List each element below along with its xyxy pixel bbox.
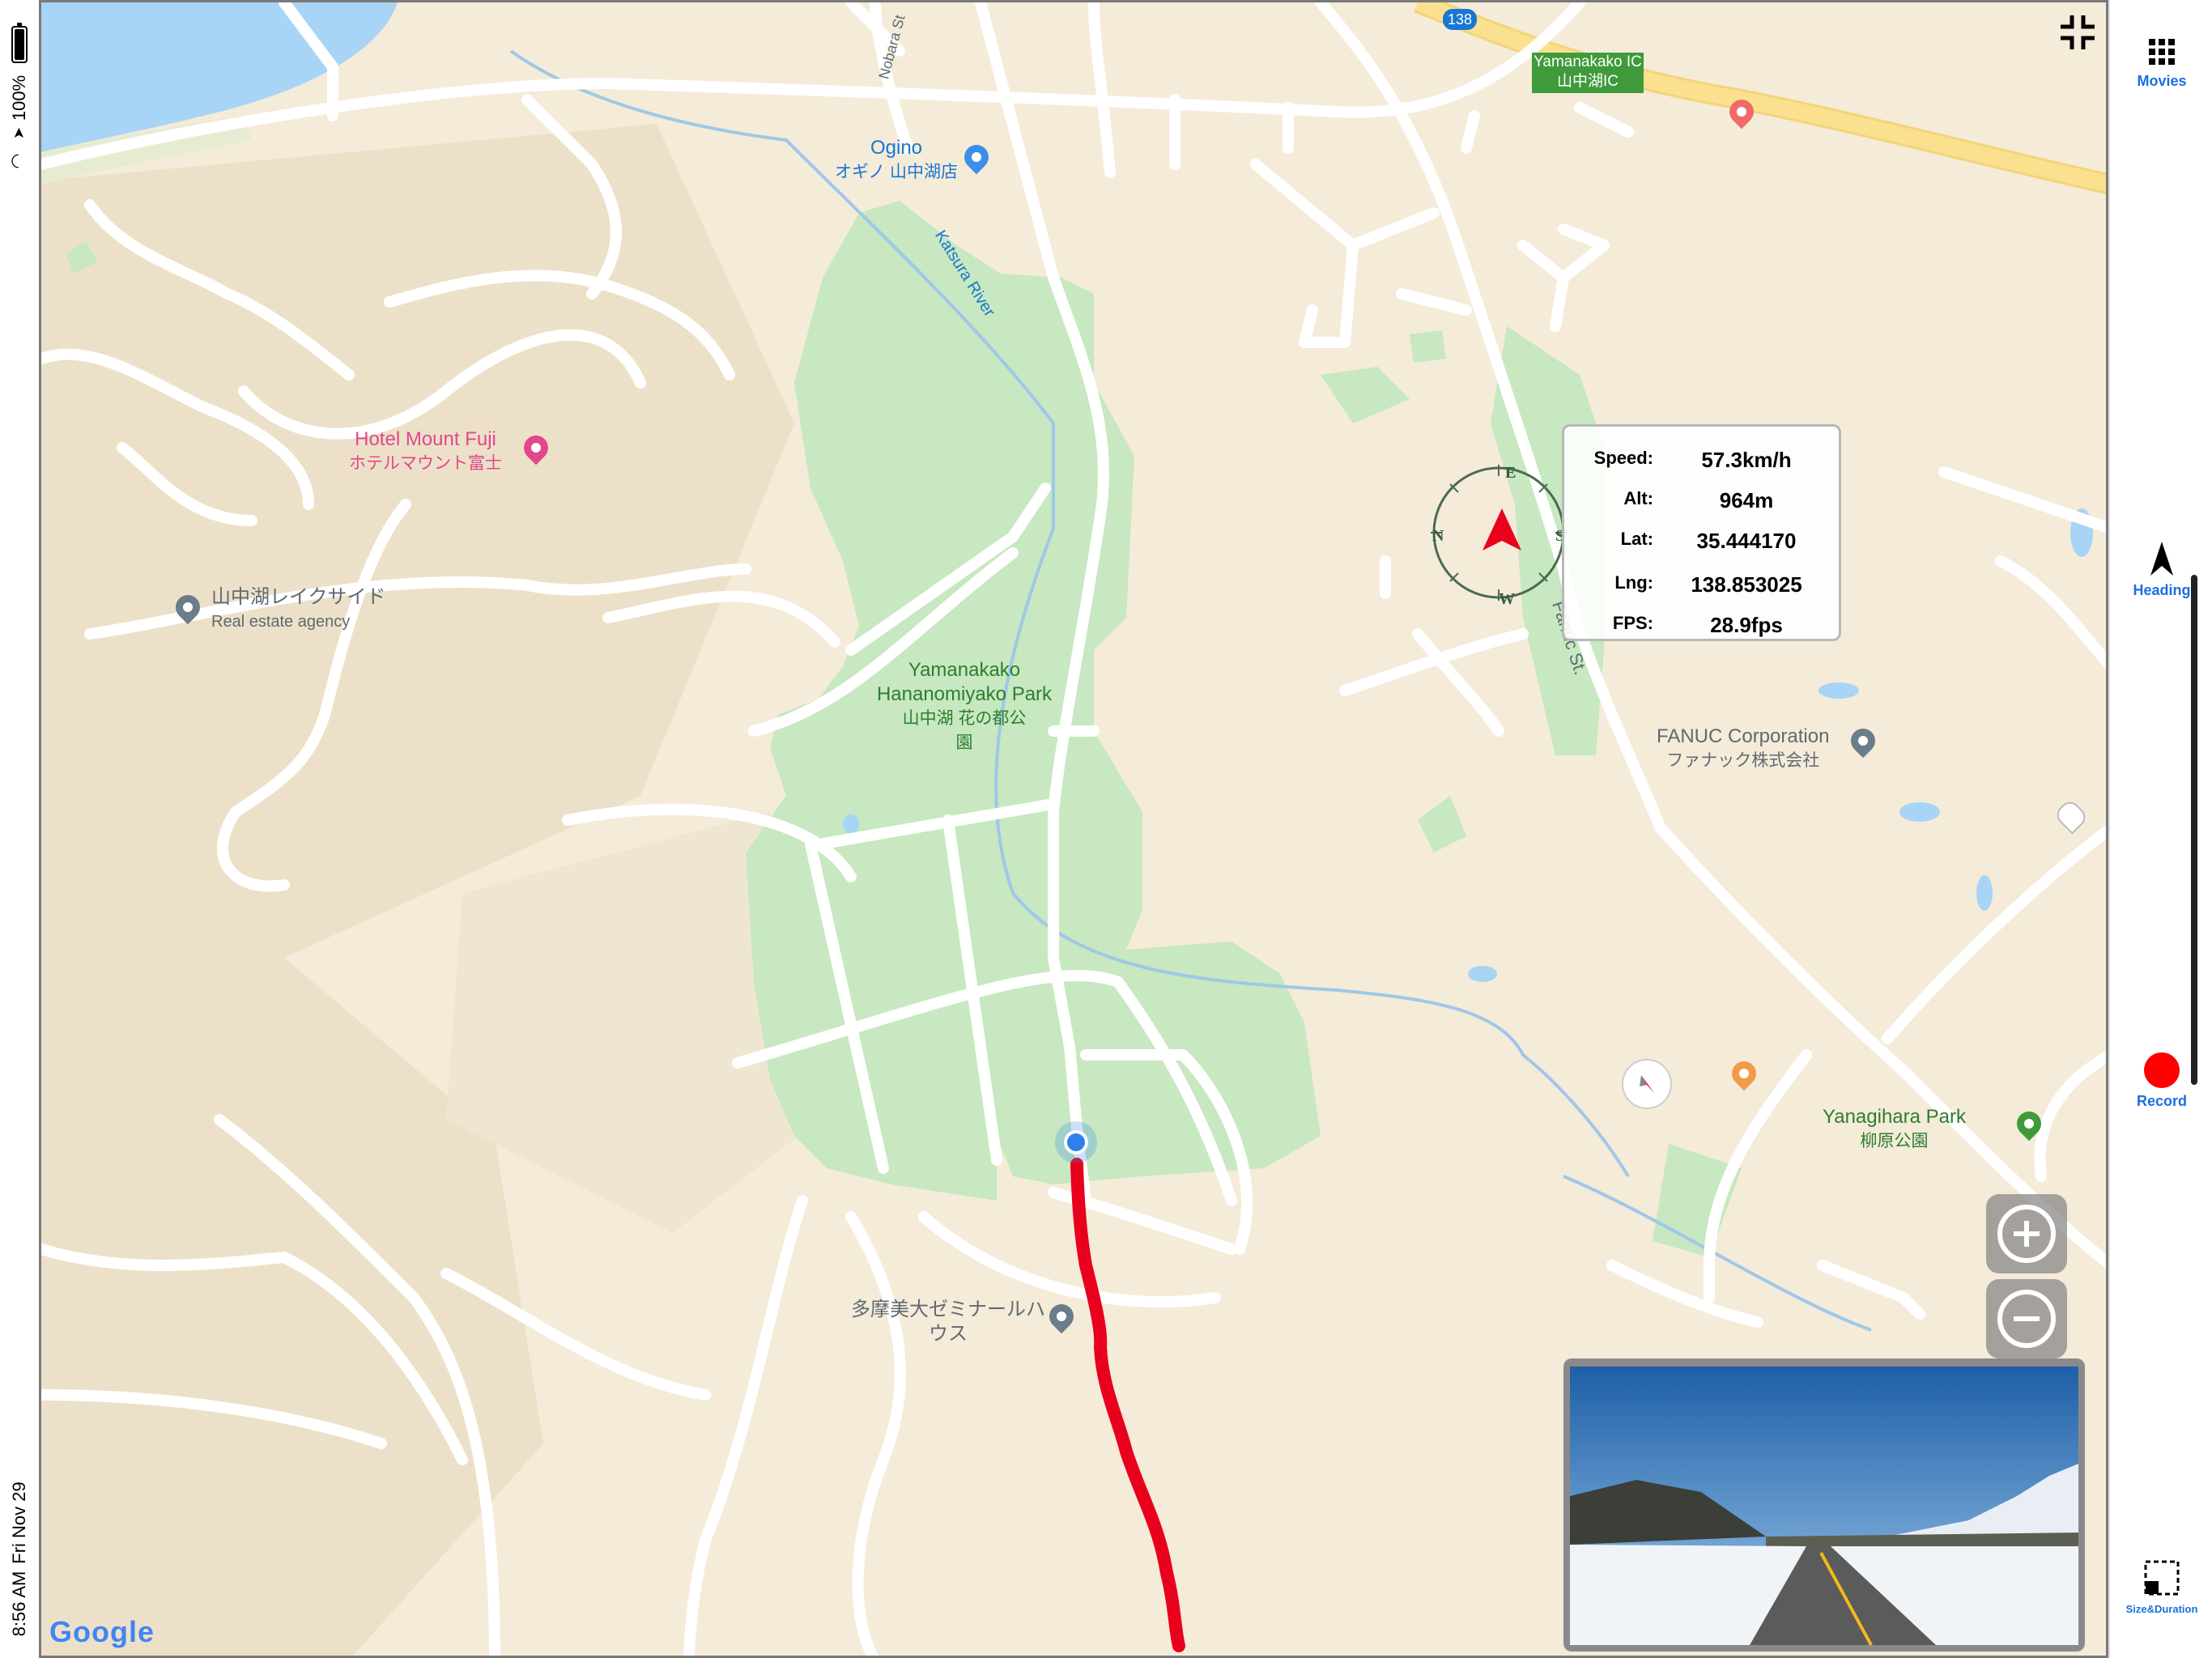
movies-label: Movies bbox=[2137, 73, 2187, 89]
compass-needle-icon[interactable] bbox=[1622, 1059, 1672, 1109]
location-services-icon: ➤ bbox=[11, 126, 28, 140]
size-duration-button[interactable]: Size&Duration bbox=[2110, 1558, 2212, 1623]
poi-yanagihara-name: Yanagihara Park bbox=[1823, 1106, 1966, 1128]
poi-hotel-sub: ホテルマウント富士 bbox=[349, 454, 502, 473]
heading-arrow-icon bbox=[2150, 542, 2173, 576]
compass-letter-e: E bbox=[1505, 464, 1516, 482]
poi-hotel-mount-fuji[interactable]: Hotel Mount Fuji ホテルマウント富士 bbox=[349, 427, 502, 476]
compass-letter-w: W bbox=[1499, 590, 1515, 606]
size-duration-label: Size&Duration bbox=[2125, 1603, 2198, 1615]
poi-lakeside-realty[interactable]: 山中湖レイクサイド Real estate agency bbox=[211, 585, 386, 634]
poi-lakeside-sub: Real estate agency bbox=[211, 613, 351, 631]
poi-lakeside-name: 山中湖レイクサイド bbox=[211, 586, 386, 608]
altitude-label: Alt: bbox=[1623, 488, 1653, 508]
info-row-speed: Speed: 57.3km/h bbox=[1564, 438, 1839, 478]
compass-rose: E S N W bbox=[1431, 464, 1567, 606]
zoom-out-button[interactable] bbox=[1986, 1279, 2067, 1358]
status-time: 8:56 AM bbox=[9, 1571, 29, 1637]
poi-hotel-name: Hotel Mount Fuji bbox=[355, 428, 496, 450]
collapse-icon[interactable] bbox=[2057, 12, 2098, 53]
fps-label: FPS: bbox=[1612, 613, 1653, 633]
poi-yanagihara-park[interactable]: Yanagihara Park 柳原公園 bbox=[1823, 1105, 1966, 1154]
longitude-value: 138.853025 bbox=[1691, 572, 1802, 597]
poi-ogino-sub: オギノ 山中湖店 bbox=[835, 163, 958, 181]
altitude-value: 964m bbox=[1719, 488, 1774, 512]
resize-icon bbox=[2144, 1560, 2180, 1596]
compass-letter-n: N bbox=[1432, 527, 1444, 545]
poi-park-sub: 山中湖 花の都公園 bbox=[902, 709, 1027, 752]
route-138-badge: 138 bbox=[1443, 9, 1477, 30]
longitude-label: Lng: bbox=[1614, 572, 1653, 593]
zoom-in-icon bbox=[1997, 1205, 2056, 1263]
latitude-label: Lat: bbox=[1620, 529, 1653, 549]
poi-park-name: Yamanakako Hananomiyako Park bbox=[876, 659, 1053, 705]
movies-button[interactable]: Movies bbox=[2110, 32, 2212, 93]
poi-fanuc[interactable]: FANUC Corporation ファナック株式会社 bbox=[1657, 725, 1829, 773]
record-label: Record bbox=[2136, 1093, 2187, 1109]
latitude-value: 35.444170 bbox=[1696, 529, 1797, 553]
poi-hananomiyako-park[interactable]: Yamanakako Hananomiyako Park 山中湖 花の都公園 bbox=[867, 658, 1061, 755]
status-bar: 100% ➤ ◠ Fri Nov 29 8:56 AM bbox=[0, 0, 39, 1658]
record-dot-icon bbox=[2144, 1052, 2180, 1088]
poi-tama-name: 多摩美大ゼミナールハウス bbox=[851, 1299, 1045, 1345]
status-date: Fri Nov 29 bbox=[9, 1482, 29, 1564]
grid-icon bbox=[2149, 39, 2175, 65]
info-row-altitude: Alt: 964m bbox=[1564, 478, 1839, 519]
speed-value: 57.3km/h bbox=[1701, 448, 1792, 472]
wifi-icon: ◠ bbox=[6, 153, 28, 169]
poi-ogino-name: Ogino bbox=[870, 137, 923, 159]
fps-value: 28.9fps bbox=[1710, 613, 1783, 637]
info-row-latitude: Lat: 35.444170 bbox=[1564, 519, 1839, 559]
battery-percent: 100% bbox=[9, 74, 29, 121]
info-row-longitude: Lng: 138.853025 bbox=[1564, 563, 1839, 603]
scrollbar[interactable] bbox=[2191, 575, 2197, 1085]
poi-fanuc-name: FANUC Corporation bbox=[1657, 725, 1830, 747]
speed-label: Speed: bbox=[1593, 448, 1653, 468]
zoom-controls bbox=[1986, 1194, 2067, 1360]
interchange-sign: Yamanakako IC 山中湖IC bbox=[1532, 53, 1644, 93]
battery-icon bbox=[11, 23, 28, 63]
camera-preview[interactable] bbox=[1563, 1358, 2085, 1652]
info-row-fps: FPS: 28.9fps bbox=[1564, 603, 1839, 644]
poi-tama-seminar-house[interactable]: 多摩美大ゼミナールハウス bbox=[843, 1298, 1053, 1346]
zoom-out-icon bbox=[1997, 1290, 2056, 1348]
poi-fanuc-sub: ファナック株式会社 bbox=[1666, 751, 1820, 770]
telemetry-panel: Speed: 57.3km/h Alt: 964m Lat: 35.444170… bbox=[1562, 424, 1841, 641]
google-logo: Google bbox=[49, 1615, 155, 1648]
camera-feed-image bbox=[1570, 1367, 2078, 1646]
interchange-sign-line2: 山中湖IC bbox=[1556, 73, 1619, 90]
zoom-in-button[interactable] bbox=[1986, 1194, 2067, 1273]
interchange-sign-line1: Yamanakako IC bbox=[1534, 53, 1642, 70]
poi-yanagihara-sub: 柳原公園 bbox=[1860, 1132, 1929, 1150]
poi-ogino[interactable]: Ogino オギノ 山中湖店 bbox=[835, 136, 958, 185]
